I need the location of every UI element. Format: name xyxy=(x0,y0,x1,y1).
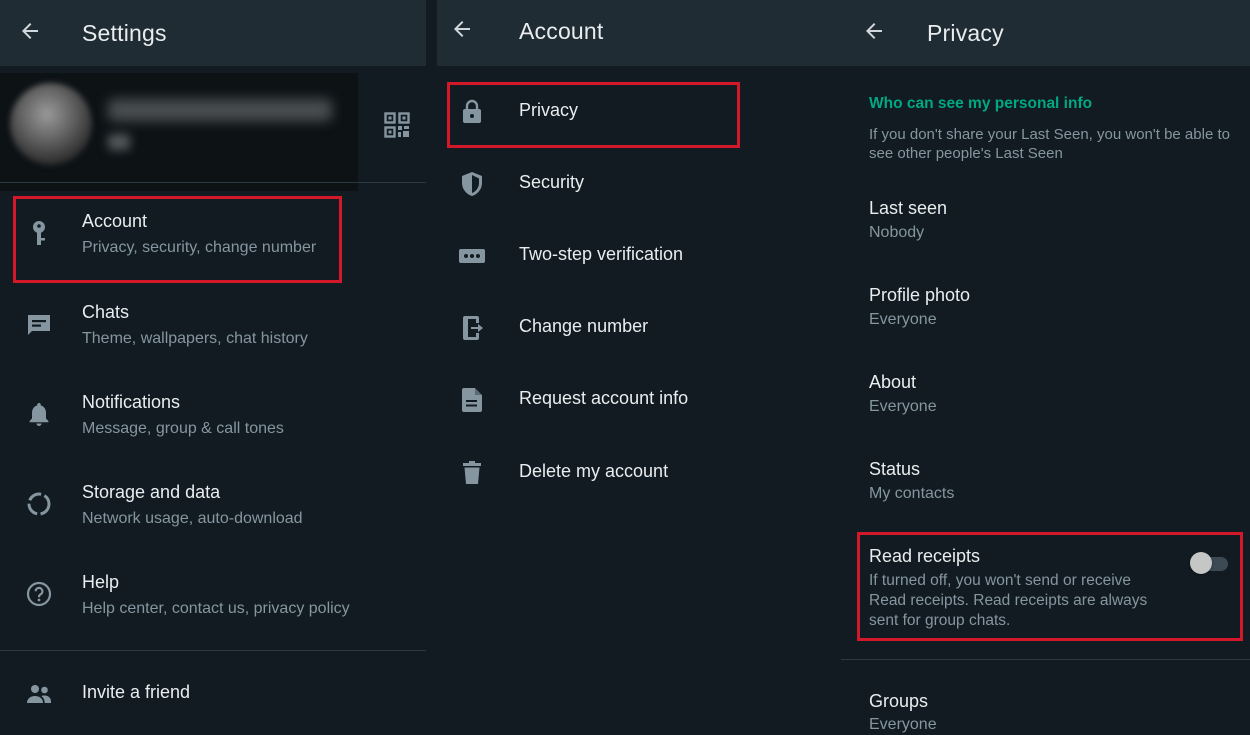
qr-code-icon[interactable] xyxy=(383,111,411,139)
read-receipts-description: If turned off, you won't send or receive… xyxy=(869,571,1179,631)
settings-item-subtitle: Network usage, auto-download xyxy=(82,510,303,527)
read-receipts-description-line: sent for group chats. xyxy=(869,612,1011,629)
section-description: If you don't share your Last Seen, you w… xyxy=(869,125,1244,163)
account-item-label: Delete my account xyxy=(519,461,669,481)
account-item-security[interactable]: Security xyxy=(437,148,841,220)
settings-item-subtitle: Help center, contact us, privacy policy xyxy=(82,600,350,617)
section-header: Who can see my personal info xyxy=(869,95,1093,112)
privacy-header: Privacy xyxy=(841,0,1250,66)
settings-item-invite[interactable]: Invite a friend xyxy=(0,662,426,724)
section-divider xyxy=(0,650,426,651)
document-icon xyxy=(458,386,486,414)
privacy-item-last-seen[interactable]: Last seen Nobody xyxy=(841,188,1250,272)
settings-item-label: Invite a friend xyxy=(82,682,191,702)
settings-header: Settings xyxy=(0,0,426,66)
settings-item-subtitle: Message, group & call tones xyxy=(82,420,284,437)
settings-item-subtitle: Privacy, security, change number xyxy=(82,239,317,256)
account-item-request-info[interactable]: Request account info xyxy=(437,364,841,436)
settings-item-storage[interactable]: Storage and data Network usage, auto-dow… xyxy=(0,468,426,554)
settings-item-label: Help xyxy=(82,572,120,592)
settings-item-chats[interactable]: Chats Theme, wallpapers, chat history xyxy=(0,287,426,373)
settings-item-label: Storage and data xyxy=(82,482,221,502)
section-description-line: If you don't share your Last Seen, you w… xyxy=(869,126,1230,143)
bell-icon xyxy=(25,400,53,428)
account-item-label: Change number xyxy=(519,316,649,336)
privacy-item-about[interactable]: About Everyone xyxy=(841,362,1250,446)
account-item-label: Two-step verification xyxy=(519,244,684,264)
lock-icon xyxy=(458,98,486,126)
privacy-item-label: Read receipts xyxy=(869,546,981,566)
dots-icon xyxy=(458,242,486,270)
settings-item-notifications[interactable]: Notifications Message, group & call tone… xyxy=(0,377,426,463)
settings-item-label: Notifications xyxy=(82,392,181,412)
account-panel: Account Privacy Security Two-step verifi… xyxy=(437,0,841,735)
key-icon xyxy=(25,219,53,247)
privacy-item-value: Everyone xyxy=(869,311,937,328)
section-divider xyxy=(841,659,1250,660)
privacy-item-value: Nobody xyxy=(869,224,925,241)
profile-divider xyxy=(0,182,426,183)
back-arrow-icon[interactable] xyxy=(450,17,474,41)
account-item-label: Privacy xyxy=(519,100,579,120)
storage-icon xyxy=(25,490,53,518)
settings-item-account[interactable]: Account Privacy, security, change number xyxy=(0,197,426,283)
back-arrow-icon[interactable] xyxy=(862,19,886,43)
settings-item-label: Account xyxy=(82,211,148,231)
privacy-item-label: Profile photo xyxy=(869,285,971,305)
avatar xyxy=(10,83,92,165)
privacy-item-value: Everyone xyxy=(869,716,937,733)
privacy-item-groups[interactable]: Groups Everyone xyxy=(841,681,1250,735)
back-arrow-icon[interactable] xyxy=(18,19,42,43)
account-item-delete[interactable]: Delete my account xyxy=(437,436,841,508)
profile-status-blurred xyxy=(108,134,130,150)
section-description-line: see other people's Last Seen xyxy=(869,145,1063,162)
change-number-icon xyxy=(458,314,486,342)
account-item-change-number[interactable]: Change number xyxy=(437,292,841,364)
profile-card[interactable] xyxy=(0,73,358,191)
privacy-item-profile-photo[interactable]: Profile photo Everyone xyxy=(841,275,1250,359)
privacy-panel: Privacy Who can see my personal info If … xyxy=(841,0,1250,735)
help-icon xyxy=(25,580,53,608)
toggle-thumb xyxy=(1190,552,1212,574)
read-receipts-toggle[interactable] xyxy=(1190,550,1230,574)
settings-item-label: Chats xyxy=(82,302,130,322)
privacy-item-label: Status xyxy=(869,459,921,479)
shield-icon xyxy=(458,170,486,198)
read-receipts-description-line: If turned off, you won't send or receive xyxy=(869,572,1132,589)
privacy-item-status[interactable]: Status My contacts xyxy=(841,449,1250,533)
read-receipts-description-line: Read receipts. Read receipts are always xyxy=(869,592,1148,609)
privacy-item-label: Groups xyxy=(869,691,929,711)
account-item-privacy[interactable]: Privacy xyxy=(437,76,841,148)
chat-icon xyxy=(25,310,53,338)
account-header: Account xyxy=(437,0,841,66)
privacy-item-label: Last seen xyxy=(869,198,948,218)
people-icon xyxy=(25,680,53,708)
settings-panel: Settings Account Privacy, security, chan… xyxy=(0,0,426,735)
page-title: Settings xyxy=(82,20,167,46)
privacy-item-label: About xyxy=(869,372,917,392)
account-item-label: Request account info xyxy=(519,388,689,408)
privacy-item-value: Everyone xyxy=(869,398,937,415)
trash-icon xyxy=(458,459,486,487)
settings-item-help[interactable]: Help Help center, contact us, privacy po… xyxy=(0,558,426,644)
page-title: Account xyxy=(519,18,604,44)
account-item-two-step[interactable]: Two-step verification xyxy=(437,220,841,292)
privacy-item-value: My contacts xyxy=(869,485,955,502)
profile-name-blurred xyxy=(108,99,332,121)
account-item-label: Security xyxy=(519,172,585,192)
page-title: Privacy xyxy=(927,20,1004,46)
settings-item-subtitle: Theme, wallpapers, chat history xyxy=(82,330,308,347)
